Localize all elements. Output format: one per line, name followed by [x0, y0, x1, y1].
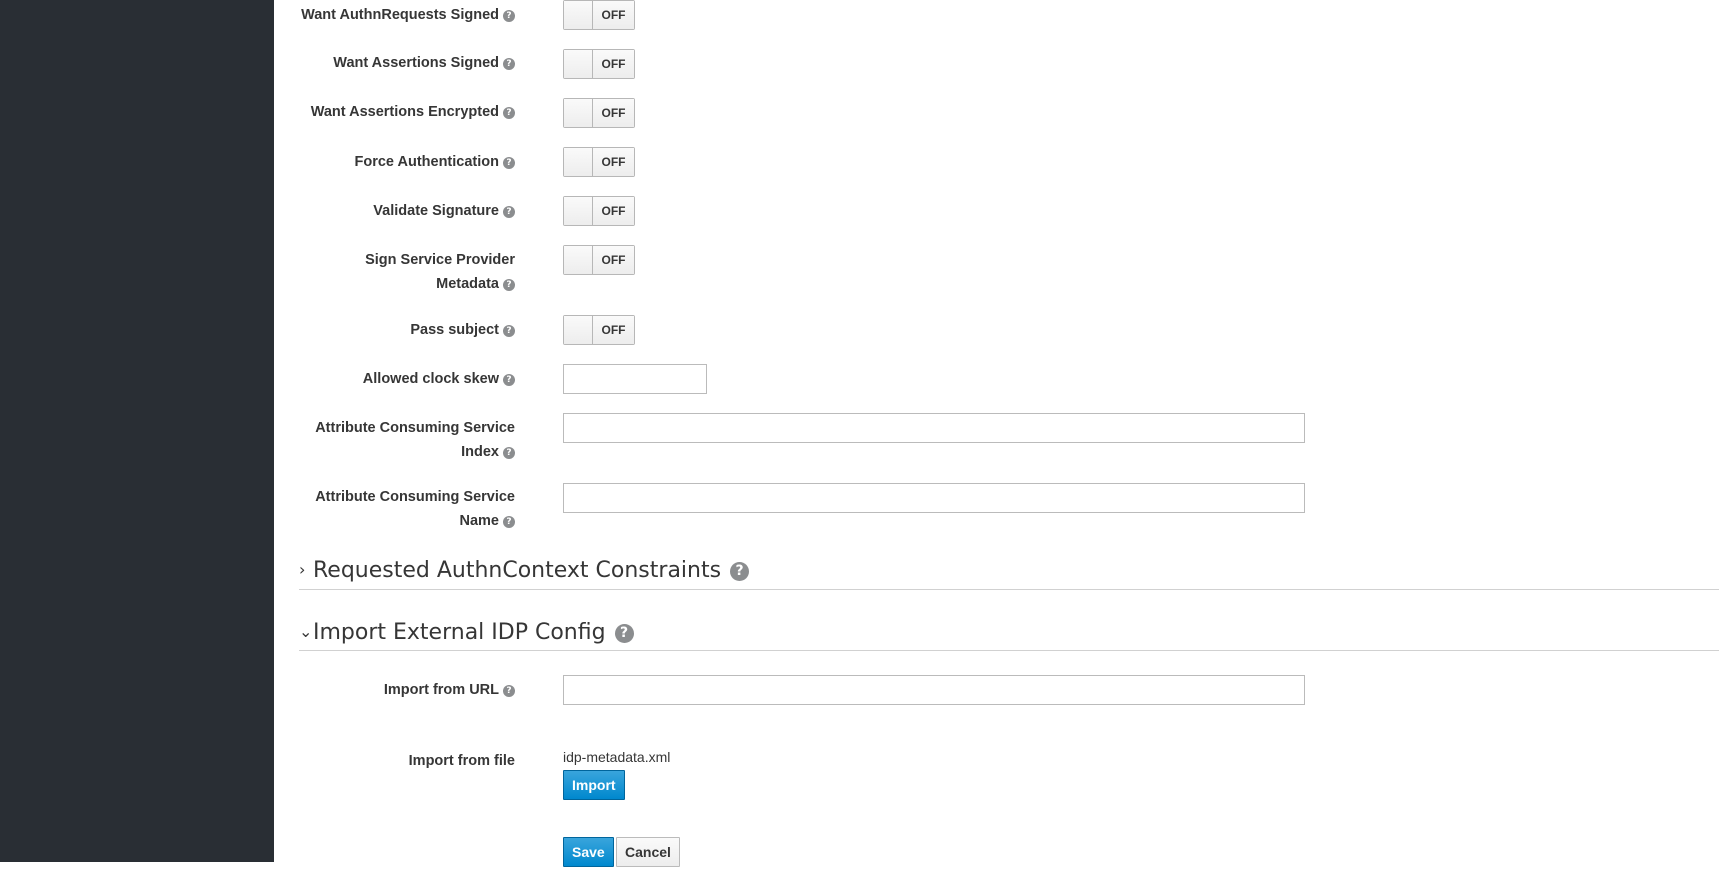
- validate-signature-label: Validate Signature?: [285, 199, 515, 223]
- chevron-right-icon: ›: [299, 560, 306, 579]
- help-icon[interactable]: ?: [503, 206, 515, 218]
- toggle-knob: [564, 148, 593, 176]
- sign-sp-metadata-toggle[interactable]: OFF: [563, 245, 635, 275]
- force-authentication-label: Force Authentication?: [285, 150, 515, 174]
- toggle-knob: [564, 316, 593, 344]
- allowed-clock-skew-input[interactable]: [563, 364, 707, 394]
- toggle-state: OFF: [593, 316, 634, 344]
- acs-name-label: Attribute Consuming Service Name?: [315, 489, 515, 529]
- toggle-state: OFF: [593, 99, 634, 127]
- toggle-knob: [564, 246, 593, 274]
- help-icon[interactable]: ?: [503, 685, 515, 697]
- help-icon[interactable]: ?: [503, 325, 515, 337]
- toggle-knob: [564, 197, 593, 225]
- want-authn-requests-signed-toggle[interactable]: OFF: [563, 0, 635, 30]
- section-divider: [299, 589, 1719, 590]
- want-assertions-encrypted-toggle[interactable]: OFF: [563, 98, 635, 128]
- requested-authn-section-header[interactable]: › Requested AuthnContext Constraints ?: [299, 555, 750, 586]
- section-title: Import External IDP Config: [313, 620, 606, 645]
- help-icon[interactable]: ?: [503, 58, 515, 70]
- pass-subject-label: Pass subject?: [285, 318, 515, 342]
- help-icon[interactable]: ?: [503, 516, 515, 528]
- import-file-name: idp-metadata.xml: [563, 749, 671, 765]
- help-icon[interactable]: ?: [503, 107, 515, 119]
- want-assertions-signed-label: Want Assertions Signed?: [285, 51, 515, 75]
- toggle-knob: [564, 99, 593, 127]
- help-icon[interactable]: ?: [503, 279, 515, 291]
- help-icon[interactable]: ?: [614, 624, 634, 643]
- allowed-clock-skew-label: Allowed clock skew?: [285, 367, 515, 391]
- import-file-label: Import from file: [408, 753, 515, 769]
- acs-index-label: Attribute Consuming Service Index?: [315, 420, 515, 460]
- import-button[interactable]: Import: [563, 770, 625, 800]
- want-authn-requests-signed-label: Want AuthnRequests Signed?: [285, 3, 515, 27]
- import-idp-section-header[interactable]: ⌄Import External IDP Config ?: [299, 617, 634, 648]
- toggle-state: OFF: [593, 50, 634, 78]
- sign-sp-metadata-label: Sign Service Provider Metadata?: [365, 252, 515, 292]
- toggle-state: OFF: [593, 197, 634, 225]
- section-title: Requested AuthnContext Constraints: [313, 558, 722, 583]
- save-button[interactable]: Save: [563, 837, 614, 867]
- help-icon[interactable]: ?: [503, 10, 515, 22]
- toggle-state: OFF: [593, 148, 634, 176]
- pass-subject-toggle[interactable]: OFF: [563, 315, 635, 345]
- help-icon[interactable]: ?: [503, 374, 515, 386]
- import-url-input[interactable]: [563, 675, 1305, 705]
- toggle-state: OFF: [593, 246, 634, 274]
- force-authentication-toggle[interactable]: OFF: [563, 147, 635, 177]
- section-divider: [299, 650, 1719, 651]
- help-icon[interactable]: ?: [503, 157, 515, 169]
- help-icon[interactable]: ?: [730, 562, 750, 581]
- acs-name-input[interactable]: [563, 483, 1305, 513]
- toggle-knob: [564, 50, 593, 78]
- sidebar: [0, 0, 274, 862]
- acs-index-input[interactable]: [563, 413, 1305, 443]
- toggle-state: OFF: [593, 1, 634, 29]
- chevron-down-icon: ⌄: [299, 622, 313, 641]
- want-assertions-encrypted-label: Want Assertions Encrypted?: [285, 100, 515, 124]
- toggle-knob: [564, 1, 593, 29]
- help-icon[interactable]: ?: [503, 447, 515, 459]
- want-assertions-signed-toggle[interactable]: OFF: [563, 49, 635, 79]
- validate-signature-toggle[interactable]: OFF: [563, 196, 635, 226]
- cancel-button[interactable]: Cancel: [616, 837, 680, 867]
- import-url-label: Import from URL?: [285, 678, 515, 702]
